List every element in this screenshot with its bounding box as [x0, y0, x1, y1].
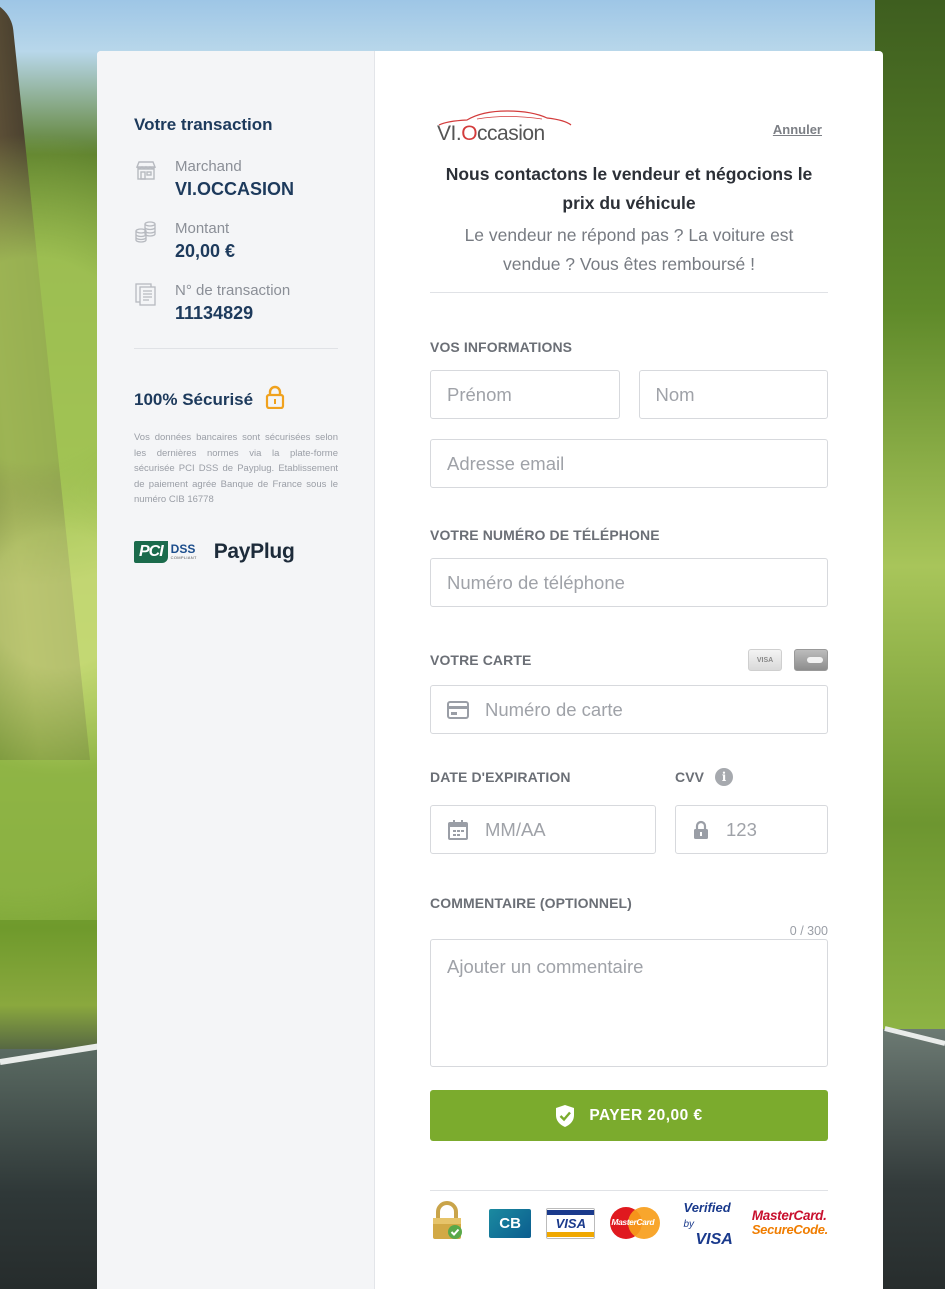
- phone-section: VOTRE NUMÉRO DE TÉLÉPHONE Numéro de télé…: [430, 527, 828, 607]
- calendar-icon: [447, 819, 469, 841]
- card-label: VOTRE CARTE: [430, 652, 532, 668]
- verified-by-visa-logo: Verified by VISA: [683, 1199, 733, 1248]
- road-left: [0, 1049, 100, 1289]
- left-foliage: [0, 120, 110, 920]
- secure-heading: 100% Sécurisé: [134, 385, 338, 414]
- payment-card: Votre transaction Marchand VI.OCCASION M…: [97, 51, 883, 1289]
- comment-section: COMMENTAIRE (OPTIONNEL) 0 / 300 Ajouter …: [430, 895, 828, 1067]
- payplug-logo: PayPlug: [213, 539, 295, 563]
- padlock-icon: [265, 385, 285, 414]
- expiry-cvv-section: DATE D'EXPIRATION MM/AA CVV i 123: [430, 765, 828, 854]
- security-notice: Vos données bancaires sont sécurisées se…: [134, 432, 338, 505]
- transaction-title: Votre transaction: [134, 115, 273, 134]
- security-badges: PCI DSS COMPLIANT PayPlug: [134, 540, 338, 564]
- receipt-icon: [134, 282, 158, 306]
- form-header: VI.Occasion Annuler: [430, 109, 828, 149]
- mastercard-securecode-logo: MasterCard. SecureCode.: [751, 1208, 828, 1237]
- header-divider: [430, 292, 828, 293]
- cvv-field[interactable]: 123: [675, 805, 828, 854]
- merchant-info: Marchand VI.OCCASION: [134, 157, 338, 202]
- info-label: VOS INFORMATIONS: [430, 339, 573, 355]
- footer-divider: [430, 1190, 828, 1191]
- amount-label: Montant: [175, 220, 230, 237]
- card-number-placeholder: Numéro de carte: [485, 698, 623, 720]
- card-number-field[interactable]: Numéro de carte: [430, 685, 828, 734]
- pitch: Nous contactons le vendeur et négocions …: [430, 160, 828, 279]
- logo-text: VI.Occasion: [437, 122, 545, 145]
- pci-dss-logo: PCI DSS COMPLIANT: [134, 540, 197, 563]
- secure-title: 100% Sécurisé: [134, 389, 254, 409]
- card-section: VOTRE CARTE VISA Numéro de carte: [430, 649, 828, 734]
- vi-occasion-logo: VI.Occasion: [437, 109, 577, 149]
- amount-value: 20,00 €: [175, 241, 236, 261]
- last-name-field[interactable]: Nom: [638, 370, 828, 419]
- payment-form: VI.Occasion Annuler Nous contactons le v…: [375, 51, 883, 1289]
- lock-icon: [692, 820, 710, 840]
- coins-icon: [134, 220, 158, 244]
- transaction-value: 11134829: [175, 303, 254, 323]
- personal-info-section: VOS INFORMATIONS Prénom Nom Adresse emai…: [430, 339, 828, 488]
- cancel-link[interactable]: Annuler: [773, 122, 822, 137]
- road-right: [883, 1029, 945, 1289]
- pitch-subtext: Le vendeur ne répond pas ? La voiture es…: [464, 225, 794, 274]
- amount-info: Montant 20,00 €: [134, 219, 338, 264]
- transaction-label: N° de transaction: [175, 282, 291, 299]
- transaction-info: N° de transaction 11134829: [134, 281, 338, 326]
- phone-label: VOTRE NUMÉRO DE TÉLÉPHONE: [430, 527, 660, 543]
- accepted-cards: VISA: [748, 649, 828, 671]
- visa-logo: VISA: [546, 1207, 596, 1239]
- credit-card-icon: [447, 700, 469, 719]
- dss-mark: DSS: [170, 542, 196, 556]
- transaction-sidebar: Votre transaction Marchand VI.OCCASION M…: [97, 51, 375, 1289]
- payment-logos: CB VISA MasterCard Verified by VISA Mast…: [430, 1199, 828, 1248]
- cvv-placeholder: 123: [726, 818, 757, 840]
- shield-check-icon: [555, 1104, 575, 1128]
- pay-button-label: PAYER 20,00 €: [589, 1106, 703, 1124]
- info-icon[interactable]: i: [715, 768, 734, 786]
- email-field[interactable]: Adresse email: [430, 439, 828, 488]
- mastercard-card-icon: [794, 649, 828, 671]
- cvv-heading: CVV i: [675, 765, 828, 789]
- dss-compliant: COMPLIANT: [170, 555, 197, 560]
- sidebar-divider: [134, 348, 338, 349]
- comment-label: COMMENTAIRE (OPTIONNEL): [430, 895, 632, 911]
- pay-button[interactable]: PAYER 20,00 €: [430, 1090, 828, 1141]
- cvv-label: CVV: [675, 769, 705, 785]
- expiry-field[interactable]: MM/AA: [430, 805, 656, 854]
- merchant-value: VI.OCCASION: [175, 179, 295, 199]
- comment-field[interactable]: Ajouter un commentaire: [430, 939, 828, 1067]
- pci-mark: PCI: [134, 540, 168, 563]
- phone-field[interactable]: Numéro de téléphone: [430, 558, 828, 607]
- visa-card-icon: VISA: [748, 649, 782, 671]
- first-name-field[interactable]: Prénom: [430, 370, 620, 419]
- store-icon: [134, 158, 158, 182]
- mastercard-logo: MasterCard: [610, 1207, 661, 1239]
- cb-logo: CB: [489, 1208, 532, 1238]
- expiry-label: DATE D'EXPIRATION: [430, 769, 571, 785]
- right-foliage: [875, 0, 945, 1030]
- merchant-label: Marchand: [175, 158, 242, 175]
- comment-counter: 0 / 300: [789, 924, 828, 938]
- expiry-placeholder: MM/AA: [485, 818, 546, 840]
- pitch-headline: Nous contactons le vendeur et négocions …: [445, 164, 813, 213]
- secure-padlock-icon: [430, 1200, 464, 1246]
